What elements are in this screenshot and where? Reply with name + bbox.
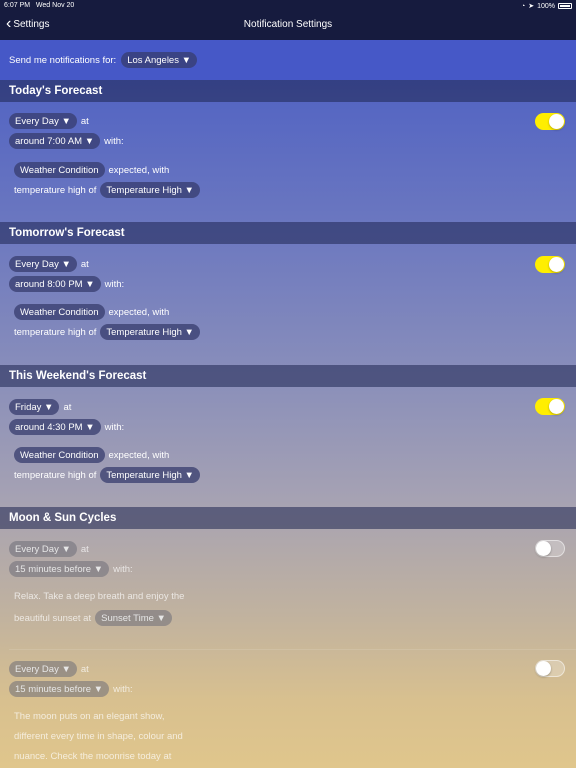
section-header-tomorrow: Tomorrow's Forecast (0, 222, 576, 244)
schedule-row: Every Day ▼ at (9, 661, 89, 677)
with-label: with: (113, 563, 133, 575)
time-row: around 4:30 PM ▼ with: (9, 419, 124, 435)
toggle-knob (536, 661, 551, 676)
sunset-toggle[interactable] (535, 540, 565, 557)
day-selector[interactable]: Every Day ▼ (9, 256, 77, 272)
weather-condition-selector[interactable]: Weather Condition (14, 304, 105, 320)
day-selector[interactable]: Friday ▼ (9, 399, 60, 415)
weather-condition-selector[interactable]: Weather Condition (14, 447, 105, 463)
moonrise-text-1: The moon puts on an elegant show, (14, 711, 165, 722)
sunset-time-selector[interactable]: Sunset Time ▼ (95, 610, 172, 626)
battery-percent: 100% (537, 2, 555, 10)
day-selector[interactable]: Every Day ▼ (9, 661, 77, 677)
wifi-icon: ◔ (520, 2, 526, 10)
city-selector[interactable]: Los Angeles ▼ (121, 52, 198, 68)
toggle-knob (549, 257, 564, 272)
location-icon: ➤ (528, 3, 535, 10)
sunset-text-2: beautiful sunset at (14, 612, 92, 624)
schedule-row: Friday ▼ at (9, 399, 71, 415)
at-label: at (80, 543, 89, 555)
temperature-selector[interactable]: Temperature High ▼ (100, 467, 200, 483)
send-label: Send me notifications for: (9, 54, 117, 66)
moonrise-text-3: nuance. Check the moonrise today at (14, 751, 172, 762)
time-selector[interactable]: around 7:00 AM ▼ (9, 133, 101, 149)
day-selector[interactable]: Every Day ▼ (9, 113, 77, 129)
time-row: 15 minutes before ▼ with: (9, 681, 133, 697)
time-row: 15 minutes before ▼ with: (9, 561, 133, 577)
day-selector[interactable]: Every Day ▼ (9, 541, 77, 557)
weekend-toggle[interactable] (535, 398, 565, 415)
time-selector[interactable]: around 8:00 PM ▼ (9, 276, 101, 292)
toggle-knob (536, 541, 551, 556)
temperature-row: temperature high of Temperature High ▼ (14, 182, 200, 198)
temperature-row: temperature high of Temperature High ▼ (14, 324, 200, 340)
with-label: with: (113, 683, 133, 695)
temperature-label: temperature high of (14, 326, 97, 338)
battery-icon (558, 3, 572, 9)
divider (9, 649, 576, 650)
send-notifications-row: Send me notifications for: Los Angeles ▼ (0, 40, 576, 80)
with-label: with: (104, 278, 125, 290)
moonrise-text-2: different every time in shape, colour an… (14, 731, 183, 742)
tomorrow-toggle[interactable] (535, 256, 565, 273)
section-header-weekend: This Weekend's Forecast (0, 365, 576, 387)
at-label: at (80, 663, 89, 675)
temperature-selector[interactable]: Temperature High ▼ (100, 182, 200, 198)
moonrise-message-line-1: The moon puts on an elegant show, (14, 711, 165, 722)
toggle-knob (549, 399, 564, 414)
with-label: with: (104, 421, 125, 433)
sunset-message-line-1: Relax. Take a deep breath and enjoy the (14, 591, 184, 602)
page-title: Notification Settings (243, 19, 333, 30)
time-selector[interactable]: around 4:30 PM ▼ (9, 419, 101, 435)
sunset-message-line-2: beautiful sunset at Sunset Time ▼ (14, 610, 172, 626)
moonrise-message-line-2: different every time in shape, colour an… (14, 731, 183, 742)
toggle-knob (549, 114, 564, 129)
moonrise-toggle[interactable] (535, 660, 565, 677)
expected-label: expected, with (108, 449, 170, 461)
today-toggle[interactable] (535, 113, 565, 130)
time-row: around 7:00 AM ▼ with: (9, 133, 124, 149)
status-bar: 6:07 PM Wed Nov 20 ◔ ➤ 100% (0, 0, 576, 12)
condition-row: Weather Condition expected, with (14, 447, 169, 463)
temperature-row: temperature high of Temperature High ▼ (14, 467, 200, 483)
sunset-text-1: Relax. Take a deep breath and enjoy the (14, 591, 185, 602)
expected-label: expected, with (108, 306, 170, 318)
temperature-label: temperature high of (14, 184, 97, 196)
time-selector[interactable]: 15 minutes before ▼ (9, 681, 110, 697)
condition-row: Weather Condition expected, with (14, 304, 169, 320)
expected-label: expected, with (108, 164, 170, 176)
with-label: with: (104, 135, 124, 147)
status-time: 6:07 PM Wed Nov 20 (4, 2, 75, 9)
time-selector[interactable]: 15 minutes before ▼ (9, 561, 110, 577)
schedule-row: Every Day ▼ at (9, 113, 89, 129)
navigation-bar: ‹ Settings Notification Settings (0, 14, 576, 38)
temperature-selector[interactable]: Temperature High ▼ (100, 324, 200, 340)
schedule-row: Every Day ▼ at (9, 256, 89, 272)
time-row: around 8:00 PM ▼ with: (9, 276, 124, 292)
temperature-label: temperature high of (14, 469, 97, 481)
section-header-cycles: Moon & Sun Cycles (0, 507, 576, 529)
section-header-today: Today's Forecast (0, 80, 576, 102)
at-label: at (63, 401, 72, 413)
weather-condition-selector[interactable]: Weather Condition (14, 162, 105, 178)
moonrise-message-line-3: nuance. Check the moonrise today at (14, 751, 171, 762)
at-label: at (80, 115, 89, 127)
status-right: ◔ ➤ 100% (521, 2, 572, 10)
schedule-row: Every Day ▼ at (9, 541, 89, 557)
at-label: at (80, 258, 89, 270)
condition-row: Weather Condition expected, with (14, 162, 169, 178)
